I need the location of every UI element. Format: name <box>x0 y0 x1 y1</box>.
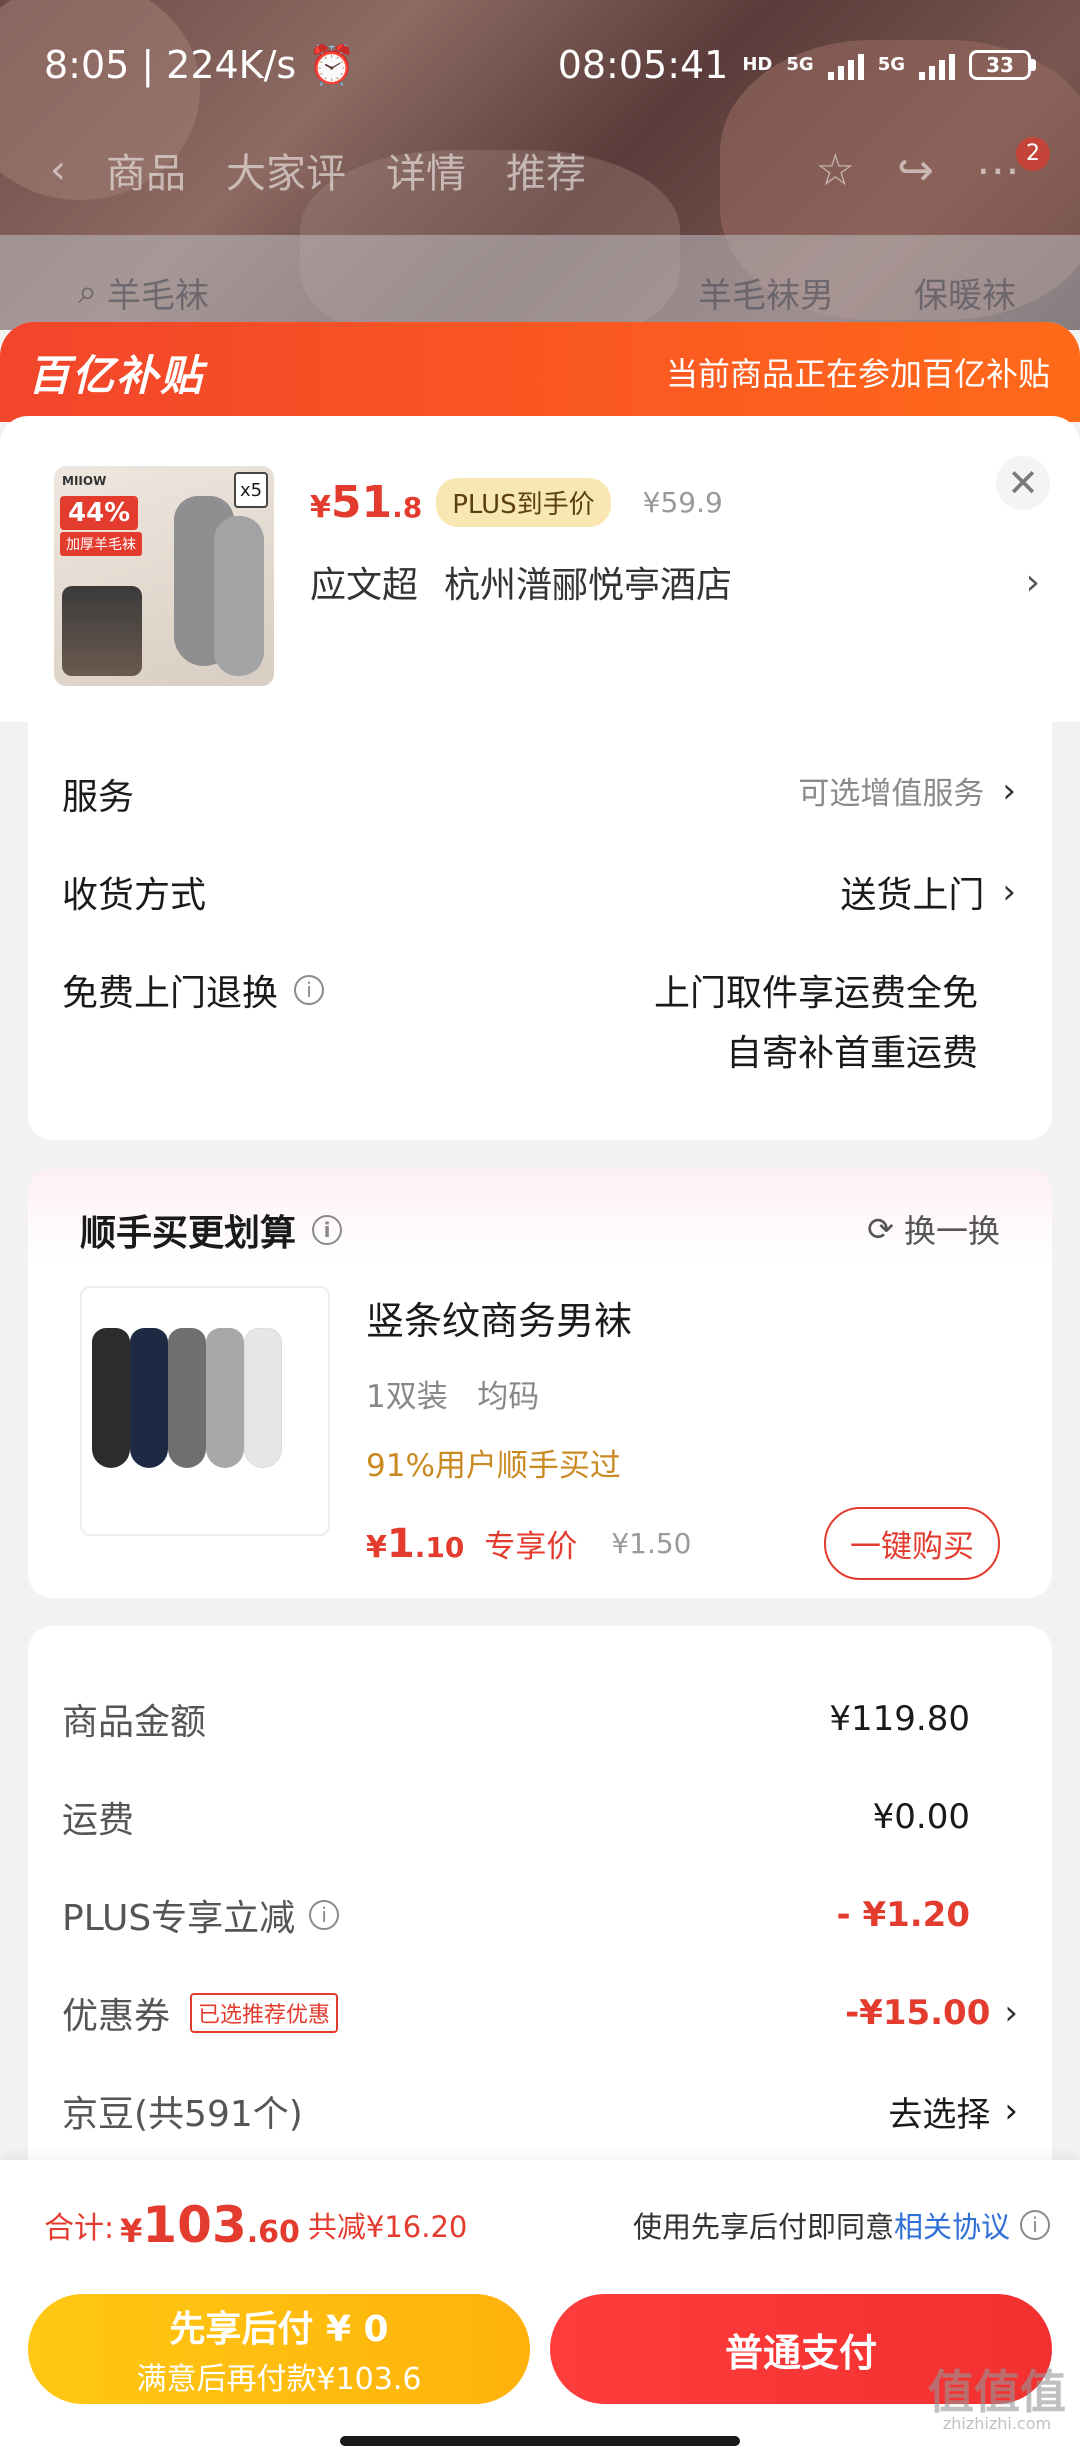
one-click-buy-button[interactable]: 一键购买 <box>824 1507 1000 1580</box>
bought-together-text: 91%用户顺手买过 <box>366 1448 621 1484</box>
search-tag-1: 羊毛袜男 <box>698 275 834 316</box>
pay-later-button[interactable]: 先享后付 ¥ 0 满意后再付款¥103.6 <box>28 2294 530 2404</box>
info-icon[interactable]: i <box>1020 2210 1050 2240</box>
plus-discount-row: PLUS专享立减 i - ¥1.20 <box>62 1895 970 1939</box>
original-price: ¥59.9 <box>642 485 723 519</box>
background-search-bar: ⌕ 羊毛袜 羊毛袜男 保暖袜 <box>0 262 1080 322</box>
search-query: 羊毛袜 <box>107 275 210 316</box>
checkout-footer: 合计: ¥103.60 共减¥16.20 使用先享后付即同意 相关协议 i 先享… <box>0 2160 1080 2460</box>
subsidy-text: 当前商品正在参加百亿补贴 <box>665 355 1050 393</box>
search-tag-2: 保暖袜 <box>914 275 1016 316</box>
product-card: MIIOW 44% 加厚羊毛袜 x5 ¥51.8 PLUS到手价 ¥59.9 应… <box>0 416 1080 722</box>
subtotal-row: 商品金额 ¥119.80 <box>62 1699 970 1743</box>
recommendation-thumbnail[interactable] <box>80 1286 330 1536</box>
status-time: 8:05 <box>44 43 130 87</box>
signal-icon-2 <box>919 50 955 80</box>
delivery-method-row[interactable]: 收货方式 送货上门 › <box>28 866 1052 964</box>
tab-reviews[interactable]: 大家评 <box>226 141 346 199</box>
battery-icon: 33 <box>969 50 1036 80</box>
more-icon[interactable]: ⋯ <box>976 145 1020 196</box>
hd-indicator: HD <box>742 54 773 75</box>
close-button[interactable]: ✕ <box>996 456 1050 510</box>
signal-icon <box>827 50 864 80</box>
notification-badge: 2 <box>1016 136 1050 171</box>
info-icon[interactable]: i <box>294 975 325 1005</box>
product-thumbnail[interactable]: MIIOW 44% 加厚羊毛袜 x5 <box>54 466 274 686</box>
product-price: ¥51.8 <box>310 476 423 528</box>
address-name: 应文超 <box>310 565 419 606</box>
subsidy-logo: 百亿补贴 <box>28 350 205 400</box>
free-return-row: 免费上门退换 i 上门取件享运费全免 自寄补首重运费 <box>62 973 978 1074</box>
service-card: 服务 可选增值服务 › 收货方式 送货上门 › 免费上门退换 i 上门取件享运费全免 … <box>28 722 1052 1140</box>
amount-card: 商品金额 ¥119.80 运费 ¥0.00 PLUS专享立减 i - ¥1.20 … <box>28 1626 1052 2226</box>
shipping-row: 运费 ¥0.00 <box>62 1797 970 1841</box>
home-indicator[interactable] <box>340 2436 740 2446</box>
total-label: 合计: <box>44 2211 115 2246</box>
info-icon[interactable]: i <box>312 1215 343 1245</box>
address-text: 杭州潽郦悦亭酒店 <box>444 565 733 606</box>
info-icon[interactable]: i <box>309 1900 340 1930</box>
recommendation-price: ¥1.10 <box>366 1520 465 1567</box>
swap-button[interactable]: ⟳ 换一换 <box>867 1206 1000 1252</box>
status-bar: 8:05 | 224K/s ⏰ 08:05:41 HD 5G 5G 33 <box>0 0 1080 130</box>
agreement-link[interactable]: 相关协议 <box>894 2204 1010 2246</box>
network-type-2: 5G <box>877 54 905 75</box>
product-top-nav: ‹ 商品 大家评 详情 推荐 ☆ ↪ ⋯ 2 <box>0 130 1080 210</box>
chevron-right-icon: › <box>1004 1993 1018 2033</box>
alarm-icon: ⏰ <box>308 42 356 87</box>
chevron-right-icon: › <box>1004 2091 1018 2131</box>
status-clock: 08:05:41 <box>557 43 729 87</box>
service-row[interactable]: 服务 可选增值服务 › <box>28 768 1052 866</box>
recommendation-item-title[interactable]: 竖条纹商务男袜 <box>366 1290 1052 1345</box>
total-discount: 共减¥16.20 <box>307 2210 468 2244</box>
agreement-text: 使用先享后付即同意 <box>632 2210 894 2244</box>
recommendation-card: 顺手买更划算 i ⟳ 换一换 竖条纹商务男袜 1双装 均码 91%用户顺手买过 … <box>28 1168 1052 1598</box>
total-price: ¥103.60 <box>120 2196 300 2254</box>
recommendation-title: 顺手买更划算 <box>80 1213 297 1254</box>
refresh-icon: ⟳ <box>867 1210 894 1248</box>
checkout-sheet: 百亿补贴 当前商品正在参加百亿补贴 MIIOW 44% 加厚羊毛袜 x5 ¥51… <box>0 322 1080 2460</box>
address-row[interactable]: 应文超 杭州潽郦悦亭酒店 › <box>310 556 1050 608</box>
back-icon[interactable]: ‹ <box>50 147 66 193</box>
jingdou-row[interactable]: 京豆(共591个) 去选择 › <box>28 2062 1052 2160</box>
recommendation-old-price: ¥1.50 <box>611 1527 692 1560</box>
share-icon[interactable]: ↪ <box>897 145 934 196</box>
exclusive-price-label: 专享价 <box>484 1529 578 1565</box>
plus-price-tag: PLUS到手价 <box>436 477 611 527</box>
network-speed: 224K/s <box>166 43 297 87</box>
tab-product[interactable]: 商品 <box>106 141 186 199</box>
star-icon[interactable]: ☆ <box>816 145 855 196</box>
search-icon: ⌕ <box>78 272 98 312</box>
recommendation-spec: 1双装 均码 <box>366 1379 540 1415</box>
coupon-tag: 已选推荐优惠 <box>190 1993 339 2033</box>
chevron-right-icon: › <box>1002 872 1016 912</box>
network-type-1: 5G <box>786 54 814 75</box>
coupon-row[interactable]: 优惠券 已选推荐优惠 -¥15.00 › <box>28 1964 1052 2062</box>
chevron-right-icon: › <box>1002 770 1016 811</box>
subsidy-banner: 百亿补贴 当前商品正在参加百亿补贴 <box>0 322 1080 422</box>
tab-recommend[interactable]: 推荐 <box>506 141 586 199</box>
tab-details[interactable]: 详情 <box>386 141 466 199</box>
chevron-right-icon: › <box>1025 561 1040 603</box>
watermark: 值值值 zhizhizhi.com <box>928 2365 1066 2433</box>
